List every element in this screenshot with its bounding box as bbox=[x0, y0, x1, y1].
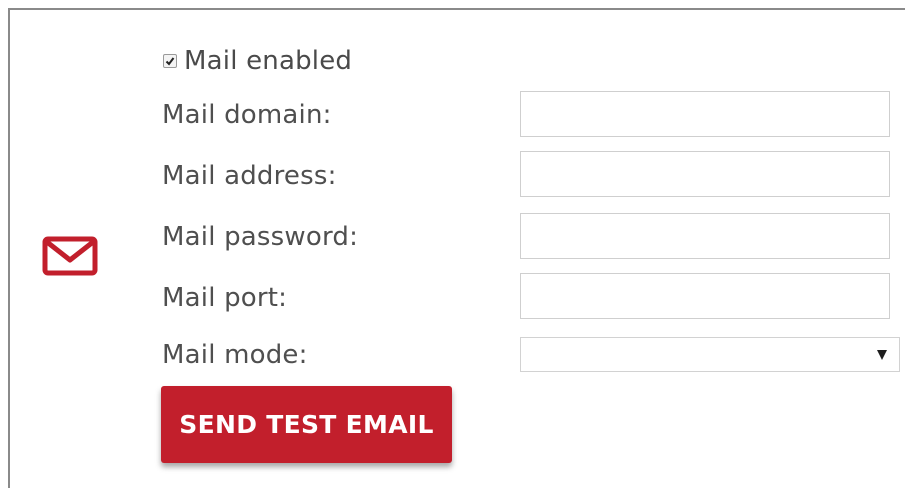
mail-password-label: Mail password: bbox=[162, 222, 359, 252]
mail-enabled-checkbox[interactable] bbox=[163, 54, 177, 68]
mail-mode-label: Mail mode: bbox=[162, 340, 308, 370]
mail-address-input[interactable] bbox=[520, 151, 890, 197]
mail-password-input[interactable] bbox=[520, 213, 890, 259]
mail-port-input[interactable] bbox=[520, 273, 890, 319]
mail-enabled-row: Mail enabled bbox=[163, 44, 352, 78]
mail-enabled-label: Mail enabled bbox=[184, 46, 353, 76]
mail-mode-select[interactable] bbox=[520, 337, 900, 372]
mail-address-label: Mail address: bbox=[162, 161, 337, 191]
mail-domain-label: Mail domain: bbox=[162, 100, 332, 130]
mail-domain-input[interactable] bbox=[520, 91, 890, 137]
mail-port-label: Mail port: bbox=[162, 283, 288, 313]
send-test-email-button[interactable]: SEND TEST EMAIL bbox=[161, 386, 452, 463]
envelope-icon bbox=[42, 236, 98, 276]
checkmark-icon bbox=[165, 57, 175, 66]
triangle-down-icon bbox=[877, 350, 887, 360]
